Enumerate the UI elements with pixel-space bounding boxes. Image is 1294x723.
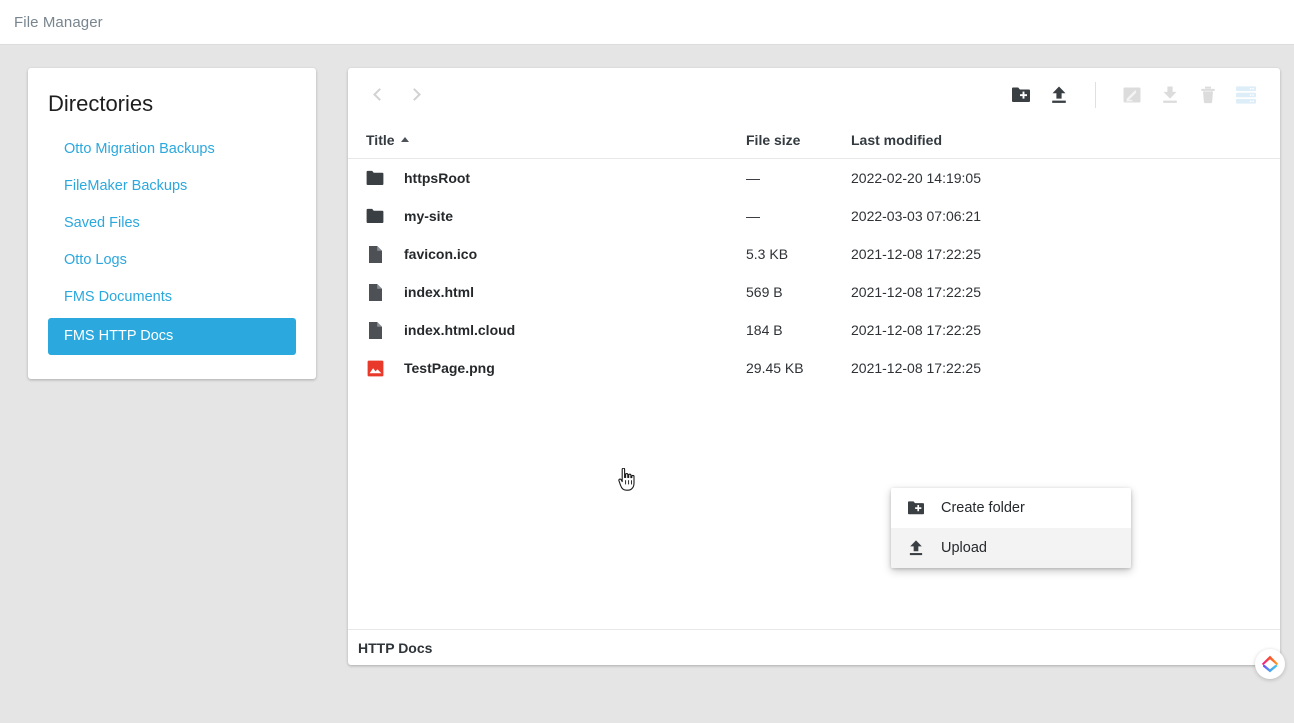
folder-plus-icon [1012,87,1030,102]
file-name: httpsRoot [404,170,471,186]
file-name: index.html.cloud [404,322,516,338]
forward-button[interactable] [402,81,430,109]
chevron-right-icon [408,88,421,101]
directories-sidebar: Directories Otto Migration Backups FileM… [28,68,316,379]
file-modified: 2021-12-08 17:22:25 [851,360,981,376]
file-size: 569 B [746,284,783,300]
table-row[interactable]: favicon.ico 5.3 KB 2021-12-08 17:22:25 [348,235,1280,273]
folder-icon [356,208,394,224]
trash-icon [1201,86,1215,103]
delete-button [1196,83,1220,107]
file-table-body: httpsRoot — 2022-02-20 14:19:05 my-site … [348,159,1280,629]
file-size: 184 B [746,322,783,338]
context-menu-item-label: Upload [941,540,987,556]
file-browser-panel: Title File size Last modified httpsRoot … [348,68,1280,665]
file-icon [356,283,394,302]
page-title: File Manager [14,13,103,31]
storage-button[interactable] [1234,83,1258,107]
sidebar-title: Directories [48,91,154,116]
file-table-header: Title File size Last modified [348,121,1280,159]
chevron-left-icon [373,88,386,101]
sidebar-item-filemaker-backups[interactable]: FileMaker Backups [48,168,296,205]
file-modified: 2022-02-20 14:19:05 [851,170,981,186]
rename-pencil-icon [1123,87,1141,102]
file-modified: 2022-03-03 07:06:21 [851,208,981,224]
column-header-title-label: Title [366,131,395,148]
column-header-file-size[interactable]: File size [746,132,851,148]
sidebar-item-saved-files[interactable]: Saved Files [48,205,296,242]
file-modified: 2021-12-08 17:22:25 [851,322,981,338]
file-name: my-site [404,208,454,224]
sidebar-item-fms-http-docs[interactable]: FMS HTTP Docs [48,318,296,355]
download-button [1158,83,1182,107]
sidebar-item-otto-migration-backups[interactable]: Otto Migration Backups [48,131,296,168]
table-row[interactable]: my-site — 2022-03-03 07:06:21 [348,197,1280,235]
toolbar-actions [1009,81,1258,108]
app-header-bar: File Manager [0,0,1294,45]
current-path-footer: HTTP Docs [348,629,1280,665]
directory-list: Otto Migration Backups FileMaker Backups… [48,131,296,355]
toolbar-divider [1095,81,1096,108]
page-body: Directories Otto Migration Backups FileM… [0,45,1294,665]
context-menu: Create folder Upload [891,488,1131,568]
file-icon [356,321,394,340]
file-modified: 2021-12-08 17:22:25 [851,284,981,300]
context-menu-item-label: Create folder [941,500,1025,516]
context-menu-item-create-folder[interactable]: Create folder [891,488,1131,528]
upload-icon [1052,86,1066,103]
upload-button[interactable] [1047,83,1071,107]
table-row[interactable]: TestPage.png 29.45 KB 2021-12-08 17:22:2… [348,349,1280,387]
current-path-label: HTTP Docs [358,639,433,656]
rename-button [1120,83,1144,107]
file-size: 29.45 KB [746,360,804,376]
sidebar-item-fms-documents[interactable]: FMS Documents [48,279,296,316]
column-header-last-modified[interactable]: Last modified [851,132,1280,148]
file-name: index.html [404,284,475,300]
file-name: favicon.ico [404,246,478,262]
file-icon [356,245,394,264]
file-size: — [746,170,760,186]
app-logo-badge[interactable] [1255,649,1285,679]
create-folder-button[interactable] [1009,83,1033,107]
table-row[interactable]: httpsRoot — 2022-02-20 14:19:05 [348,159,1280,197]
sort-ascending-icon [400,136,409,142]
context-menu-item-upload[interactable]: Upload [891,528,1131,568]
back-button[interactable] [364,81,392,109]
app-logo-icon [1262,655,1278,673]
file-toolbar [348,68,1280,121]
file-size: 5.3 KB [746,246,789,262]
upload-icon [905,539,927,557]
file-name: TestPage.png [404,360,495,376]
file-modified: 2021-12-08 17:22:25 [851,246,981,262]
table-row[interactable]: index.html.cloud 184 B 2021-12-08 17:22:… [348,311,1280,349]
download-icon [1163,86,1177,103]
folder-icon [356,170,394,186]
file-size: — [746,208,760,224]
column-header-title[interactable]: Title [356,132,746,148]
server-stack-icon [1236,85,1256,104]
table-row[interactable]: index.html 569 B 2021-12-08 17:22:25 [348,273,1280,311]
navigation-buttons [364,81,430,109]
sidebar-item-otto-logs[interactable]: Otto Logs [48,242,296,279]
image-icon [356,360,394,377]
folder-plus-icon [905,500,927,516]
